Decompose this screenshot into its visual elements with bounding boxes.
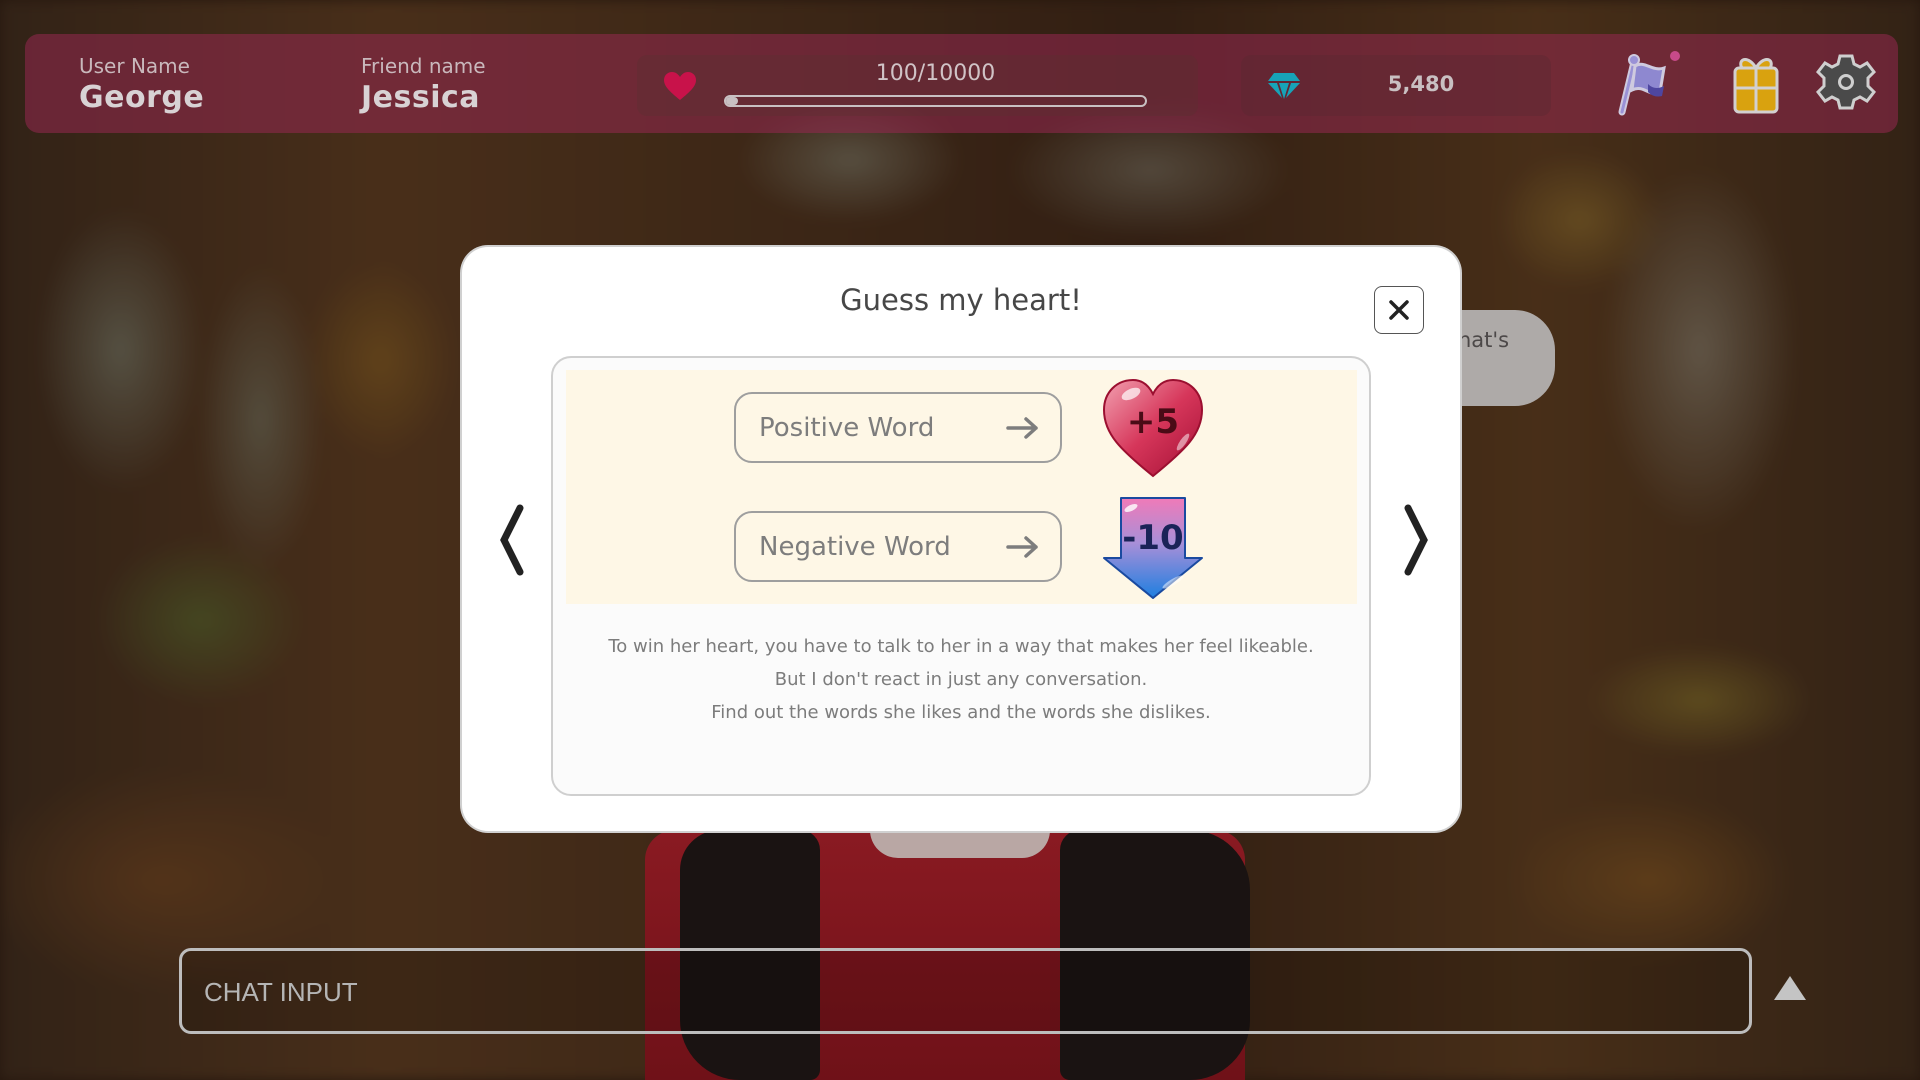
notification-dot [1670,51,1680,61]
tutorial-card: Positive Word +5 Negative Word -10 To wi… [551,356,1371,796]
positive-badge-value: +5 [1126,402,1180,442]
arrow-right-icon [1006,417,1038,439]
triangle-up-icon [1774,976,1806,1000]
down-arrow-badge-icon: -10 [1101,496,1205,600]
diamond-icon [1268,73,1300,99]
close-button[interactable] [1374,286,1424,334]
gift-button[interactable] [1723,46,1789,118]
affection-value-text: 100/10000 [875,61,996,86]
positive-word-label: Positive Word [759,413,935,443]
negative-word-example: Negative Word [734,511,1062,582]
gem-count-value: 5,480 [1387,72,1455,96]
guess-my-heart-modal: Guess my heart! Positive Word +5 Negativ… [462,247,1460,831]
top-status-bar: User Name George Friend name Jessica 100… [25,34,1898,133]
chevron-left-icon [500,504,524,576]
previous-page-button[interactable] [498,504,528,576]
word-example-panel: Positive Word +5 Negative Word -10 [566,370,1357,604]
instruction-line: To win her heart, you have to talk to he… [608,636,1314,657]
affection-progress-fill [726,97,738,105]
chevron-right-icon [1404,504,1428,576]
friend-name-value: Jessica [361,80,481,115]
character-neck [870,830,1050,858]
flag-icon [1618,54,1666,116]
heart-icon [664,72,696,100]
chat-input-placeholder: CHAT INPUT [204,977,358,1007]
affection-meter: 100/10000 [637,55,1198,116]
chat-input-field[interactable]: CHAT INPUT [179,948,1752,1034]
send-button[interactable] [1770,972,1810,1004]
instruction-line: But I don't react in just any conversati… [774,669,1148,690]
instruction-line: Find out the words she likes and the wor… [711,702,1211,723]
negative-word-label: Negative Word [759,532,951,562]
gift-icon [1733,58,1779,114]
negative-badge-value: -10 [1122,518,1184,558]
user-name-label: User Name [79,54,190,78]
arrow-right-icon [1006,536,1038,558]
instructions-text: To win her heart, you have to talk to he… [553,630,1369,729]
positive-word-example: Positive Word [734,392,1062,463]
modal-title: Guess my heart! [840,283,1082,317]
friend-name-block: Friend name Jessica [361,54,486,115]
heart-badge-icon: +5 [1101,376,1205,480]
affection-progress-bar [724,95,1147,107]
settings-button[interactable] [1813,46,1879,118]
friend-name-label: Friend name [361,54,486,78]
close-icon [1389,300,1409,320]
user-name-value: George [79,80,205,115]
flag-button[interactable] [1608,46,1674,118]
speech-bubble-text: hat's [1458,328,1510,352]
gem-counter: 5,480 [1241,55,1551,116]
next-page-button[interactable] [1400,504,1430,576]
user-name-block: User Name George [79,54,204,115]
gear-icon [1816,54,1876,110]
